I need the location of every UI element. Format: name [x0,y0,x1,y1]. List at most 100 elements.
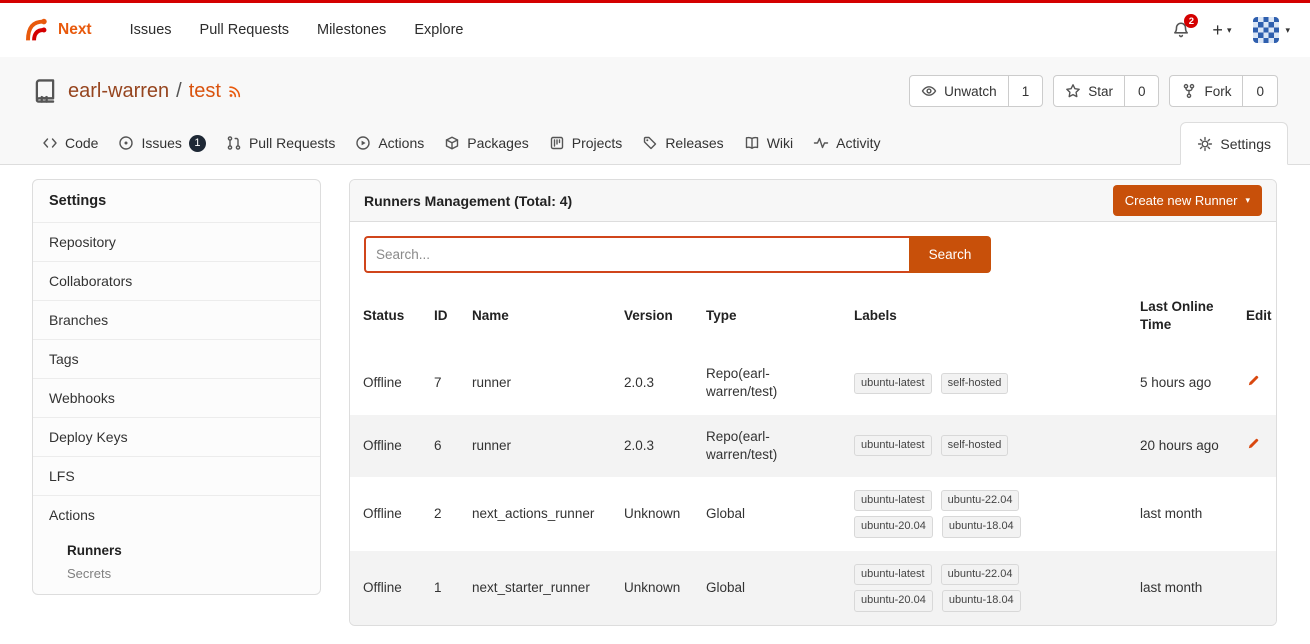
tab-issues[interactable]: Issues 1 [108,122,215,164]
sidebar-item-runners[interactable]: Runners [33,534,320,562]
user-menu-button[interactable]: ▾ [1253,17,1290,43]
nav-milestones[interactable]: Milestones [303,22,400,38]
runners-table: Status ID Name Version Type Labels Last … [350,279,1277,625]
eye-icon [921,83,937,99]
runner-type: Global [698,551,846,625]
star-button[interactable]: Star 0 [1053,75,1159,107]
fork-label: Fork [1204,84,1231,99]
runner-row: Offline 2 next_actions_runner Unknown Gl… [350,477,1277,551]
runner-status: Offline [350,551,426,625]
search-row: Search [364,236,1262,273]
settings-sidebar: Settings Repository Collaborators Branch… [32,179,321,595]
label-badge: ubuntu-20.04 [854,590,933,611]
unwatch-button[interactable]: Unwatch 1 [909,75,1043,107]
page-title: earl-warren / test [68,80,221,103]
notification-count-badge: 2 [1184,14,1198,28]
rss-feed-icon[interactable] [227,83,243,99]
watchers-count[interactable]: 1 [1008,76,1043,106]
runner-id: 1 [426,551,464,625]
label-badge: ubuntu-latest [854,564,932,585]
runners-panel: Runners Management (Total: 4) Create new… [349,179,1277,626]
pull-request-icon [226,135,242,151]
create-runner-label: Create new Runner [1125,193,1238,208]
sidebar-item-actions[interactable]: Actions [33,495,320,534]
column-type: Type [698,279,846,352]
sidebar-item-collaborators[interactable]: Collaborators [33,261,320,300]
repo-tab-bar: Code Issues 1 Pull Requests Actions Pack… [0,122,1310,165]
nav-explore[interactable]: Explore [400,22,477,38]
stars-count[interactable]: 0 [1124,76,1159,106]
repo-title-separator: / [176,80,182,103]
label-badge: self-hosted [941,435,1009,456]
star-label: Star [1088,84,1113,99]
tab-settings[interactable]: Settings [1180,122,1288,165]
edit-runner-button[interactable] [1246,436,1261,451]
runner-version: Unknown [616,551,698,625]
label-badge: ubuntu-latest [854,435,932,456]
sidebar-item-deploy-keys[interactable]: Deploy Keys [33,417,320,456]
runner-name: runner [464,415,616,477]
runner-status: Offline [350,477,426,551]
tab-label: Packages [467,135,528,151]
runner-labels: ubuntu-latest self-hosted [854,435,1054,456]
avatar [1253,17,1279,43]
tag-icon [642,135,658,151]
sidebar-title: Settings [33,180,320,222]
pulse-icon [813,135,829,151]
fork-button[interactable]: Fork 0 [1169,75,1278,107]
edit-runner-button[interactable] [1246,373,1261,388]
repo-name-link[interactable]: test [189,80,221,103]
home-link[interactable]: Next [20,15,92,45]
column-edit: Edit [1238,279,1277,352]
book-icon [744,135,760,151]
forks-count[interactable]: 0 [1242,76,1277,106]
notifications-button[interactable]: 2 [1172,21,1190,39]
runner-labels: ubuntu-latest ubuntu-22.04 ubuntu-20.04 … [854,564,1054,612]
runner-id: 7 [426,352,464,414]
unwatch-label: Unwatch [944,84,997,99]
sidebar-item-secrets[interactable]: Secrets [33,562,320,594]
package-icon [444,135,460,151]
create-runner-button[interactable]: Create new Runner ▾ [1113,185,1262,216]
tab-label: Issues [141,135,181,151]
pencil-icon [1246,373,1261,388]
tab-code[interactable]: Code [32,122,108,164]
label-badge: ubuntu-22.04 [941,490,1020,511]
repo-owner-link[interactable]: earl-warren [68,80,169,103]
nav-pull-requests[interactable]: Pull Requests [186,22,303,38]
navbar: Next Issues Pull Requests Milestones Exp… [0,3,1310,57]
tab-label: Settings [1220,136,1271,152]
sidebar-item-repository[interactable]: Repository [33,222,320,261]
nav-issues[interactable]: Issues [116,22,186,38]
sidebar-item-branches[interactable]: Branches [33,300,320,339]
chevron-down-icon: ▾ [1227,26,1232,35]
runner-version: 2.0.3 [616,352,698,414]
runner-name: next_starter_runner [464,551,616,625]
tab-actions[interactable]: Actions [345,122,434,164]
search-button[interactable]: Search [909,236,991,273]
tab-label: Actions [378,135,424,151]
tab-pull-requests[interactable]: Pull Requests [216,122,345,164]
plus-icon: + [1212,20,1223,41]
sidebar-item-lfs[interactable]: LFS [33,456,320,495]
search-input[interactable] [364,236,909,273]
sidebar-item-tags[interactable]: Tags [33,339,320,378]
runner-last-online: 20 hours ago [1132,415,1238,477]
runner-version: Unknown [616,477,698,551]
tab-activity[interactable]: Activity [803,122,890,164]
runner-labels: ubuntu-latest ubuntu-22.04 ubuntu-20.04 … [854,490,1054,538]
pencil-icon [1246,436,1261,451]
tab-packages[interactable]: Packages [434,122,538,164]
tab-projects[interactable]: Projects [539,122,633,164]
tab-wiki[interactable]: Wiki [734,122,803,164]
create-new-button[interactable]: + ▾ [1212,20,1231,41]
column-version: Version [616,279,698,352]
column-id: ID [426,279,464,352]
tab-releases[interactable]: Releases [632,122,733,164]
repo-header: earl-warren / test Unwatch 1 [0,57,1310,165]
repo-action-buttons: Unwatch 1 Star 0 [909,75,1278,107]
sidebar-item-webhooks[interactable]: Webhooks [33,378,320,417]
brand-name: Next [58,21,92,39]
repo-icon [32,78,58,104]
runner-last-online: last month [1132,477,1238,551]
